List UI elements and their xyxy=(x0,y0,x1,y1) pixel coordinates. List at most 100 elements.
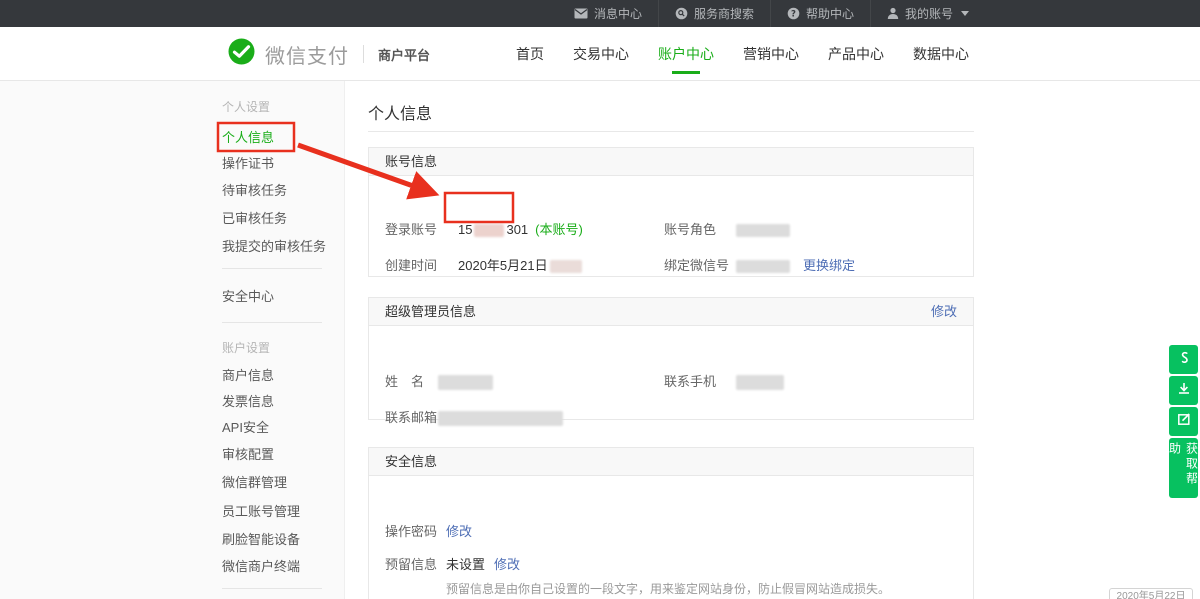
created-time-label: 创建时间 xyxy=(385,258,437,274)
admin-info-panel-header: 超级管理员信息 修改 xyxy=(369,298,973,326)
user-icon xyxy=(887,7,899,20)
admin-name-redacted xyxy=(438,375,493,390)
security-info-title: 安全信息 xyxy=(385,448,437,475)
topbar-item-label: 消息中心 xyxy=(594,5,642,22)
topbar: 消息中心 服务商搜索 ? 帮助中心 我的账号 xyxy=(0,0,1200,27)
account-role-redacted xyxy=(736,224,790,237)
sidebar-background xyxy=(0,81,345,599)
search-circle-icon xyxy=(675,7,688,20)
help-circle-icon: ? xyxy=(787,7,800,20)
login-account-redacted xyxy=(474,224,504,237)
account-role-label: 账号角色 xyxy=(664,222,716,238)
bound-wechat-redacted xyxy=(736,260,790,273)
admin-info-panel: 超级管理员信息 修改 姓 名 联系手机 联系邮箱 xyxy=(368,297,974,420)
admin-phone-label: 联系手机 xyxy=(664,374,716,390)
nav-account-center[interactable]: 账户中心 xyxy=(652,27,720,81)
contact-icon xyxy=(1176,350,1191,370)
sidebar-item-personal-info[interactable]: 个人信息 xyxy=(222,130,274,146)
date-tooltip: 2020年5月22日 xyxy=(1109,588,1193,599)
sidebar-divider xyxy=(222,588,322,589)
page-title: 个人信息 xyxy=(368,100,432,124)
login-account-prefix: 15 xyxy=(458,222,472,238)
contact-button[interactable] xyxy=(1169,345,1198,374)
security-info-panel: 安全信息 操作密码 修改 预留信息 未设置 修改 预留信息是由你自己设置的一段文… xyxy=(368,447,974,599)
sidebar-item-api-security[interactable]: API安全 xyxy=(222,420,269,436)
sidebar-group-personal-settings: 个人设置 xyxy=(222,100,270,114)
admin-name-label: 姓 名 xyxy=(385,374,424,390)
admin-phone-redacted xyxy=(736,375,784,390)
login-account-suffix: 301 xyxy=(506,222,528,238)
sidebar-divider xyxy=(222,268,322,269)
reserved-info-label: 预留信息 xyxy=(385,557,437,573)
admin-edit-link[interactable]: 修改 xyxy=(931,298,957,325)
my-account-menu-item[interactable]: 我的账号 xyxy=(870,0,985,27)
portal-name: 商户平台 xyxy=(378,45,430,64)
security-info-panel-header: 安全信息 xyxy=(369,448,973,476)
sidebar-item-wechat-merchant-terminal[interactable]: 微信商户终端 xyxy=(222,559,300,575)
sidebar-item-wechat-group-management[interactable]: 微信群管理 xyxy=(222,475,287,491)
security-info-body: 操作密码 修改 预留信息 未设置 修改 预留信息是由你自己设置的一段文字，用来鉴… xyxy=(369,476,973,599)
brand-divider xyxy=(363,45,364,63)
floating-toolbar: 获取帮助 xyxy=(1169,345,1198,498)
topbar-item-label: 我的账号 xyxy=(905,5,953,22)
operation-password-edit-link[interactable]: 修改 xyxy=(446,524,472,540)
header: 微信支付 商户平台 首页 交易中心 账户中心 营销中心 产品中心 数据中心 xyxy=(0,27,1200,81)
sidebar-item-operation-certificate[interactable]: 操作证书 xyxy=(222,156,274,172)
sidebar-item-merchant-info[interactable]: 商户信息 xyxy=(222,368,274,384)
sidebar-item-security-center[interactable]: 安全中心 xyxy=(222,289,274,305)
reserved-info-status: 未设置 xyxy=(446,557,485,573)
sidebar-group-account-settings: 账户设置 xyxy=(222,341,270,355)
title-divider xyxy=(368,131,974,132)
created-time-value: 2020年5月21日 xyxy=(458,258,582,274)
nav-product-center[interactable]: 产品中心 xyxy=(822,27,890,81)
sidebar-item-invoice-info[interactable]: 发票信息 xyxy=(222,394,274,410)
sidebar-item-staff-account-management[interactable]: 员工账号管理 xyxy=(222,504,300,520)
get-help-button[interactable]: 获取帮助 xyxy=(1169,438,1198,498)
feedback-button[interactable] xyxy=(1169,407,1198,436)
topbar-item-label: 帮助中心 xyxy=(806,5,854,22)
admin-info-body: 姓 名 联系手机 联系邮箱 xyxy=(369,326,973,420)
created-time-text: 2020年5月21日 xyxy=(458,258,548,274)
topbar-menu: 消息中心 服务商搜索 ? 帮助中心 我的账号 xyxy=(558,0,985,27)
reserved-info-description: 预留信息是由你自己设置的一段文字，用来鉴定网站身份，防止假冒网站造成损失。 配置… xyxy=(446,580,1046,599)
account-info-panel-header: 账号信息 xyxy=(369,148,973,176)
sidebar-item-pending-review-tasks[interactable]: 待审核任务 xyxy=(222,183,287,199)
sidebar-item-review-config[interactable]: 审核配置 xyxy=(222,447,274,463)
message-center-menu-item[interactable]: 消息中心 xyxy=(558,0,658,27)
current-account-tag: (本账号) xyxy=(535,222,583,238)
description-line: 预留信息是由你自己设置的一段文字，用来鉴定网站身份，防止假冒网站造成损失。 xyxy=(446,580,1046,598)
login-account-label: 登录账号 xyxy=(385,222,437,238)
sidebar-item-my-submitted-tasks[interactable]: 我提交的审核任务 xyxy=(222,239,326,255)
account-info-panel: 账号信息 登录账号 15 301 (本账号) 账号角色 创建时间 2020年5月… xyxy=(368,147,974,277)
chevron-down-icon xyxy=(961,11,969,16)
reserved-info-edit-link[interactable]: 修改 xyxy=(494,557,520,573)
mail-icon xyxy=(574,8,588,19)
brand-name: 微信支付 xyxy=(265,40,349,69)
created-time-redacted xyxy=(550,260,582,273)
admin-email-redacted xyxy=(438,411,563,426)
rebind-link[interactable]: 更换绑定 xyxy=(803,258,855,274)
account-info-body: 登录账号 15 301 (本账号) 账号角色 创建时间 2020年5月21日 绑… xyxy=(369,176,973,277)
feedback-icon xyxy=(1176,411,1192,432)
provider-search-menu-item[interactable]: 服务商搜索 xyxy=(658,0,770,27)
admin-email-label: 联系邮箱 xyxy=(385,410,437,426)
wechat-pay-logo-icon xyxy=(228,38,255,70)
brand[interactable]: 微信支付 商户平台 xyxy=(228,27,430,81)
operation-password-label: 操作密码 xyxy=(385,524,437,540)
admin-info-title: 超级管理员信息 xyxy=(385,298,476,325)
sidebar-item-reviewed-tasks[interactable]: 已审核任务 xyxy=(222,211,287,227)
login-account-value: 15 301 (本账号) xyxy=(458,222,583,238)
download-button[interactable] xyxy=(1169,376,1198,405)
help-center-menu-item[interactable]: ? 帮助中心 xyxy=(770,0,870,27)
sidebar-divider xyxy=(222,322,322,323)
topbar-item-label: 服务商搜索 xyxy=(694,5,754,22)
account-info-title: 账号信息 xyxy=(385,148,437,175)
nav-home[interactable]: 首页 xyxy=(510,27,550,81)
nav-data-center[interactable]: 数据中心 xyxy=(907,27,975,81)
download-icon xyxy=(1176,380,1192,401)
nav-transaction-center[interactable]: 交易中心 xyxy=(567,27,635,81)
nav-marketing-center[interactable]: 营销中心 xyxy=(737,27,805,81)
main-nav: 首页 交易中心 账户中心 营销中心 产品中心 数据中心 xyxy=(510,27,975,81)
sidebar-item-face-smart-device[interactable]: 刷脸智能设备 xyxy=(222,532,300,548)
svg-text:?: ? xyxy=(791,9,796,19)
